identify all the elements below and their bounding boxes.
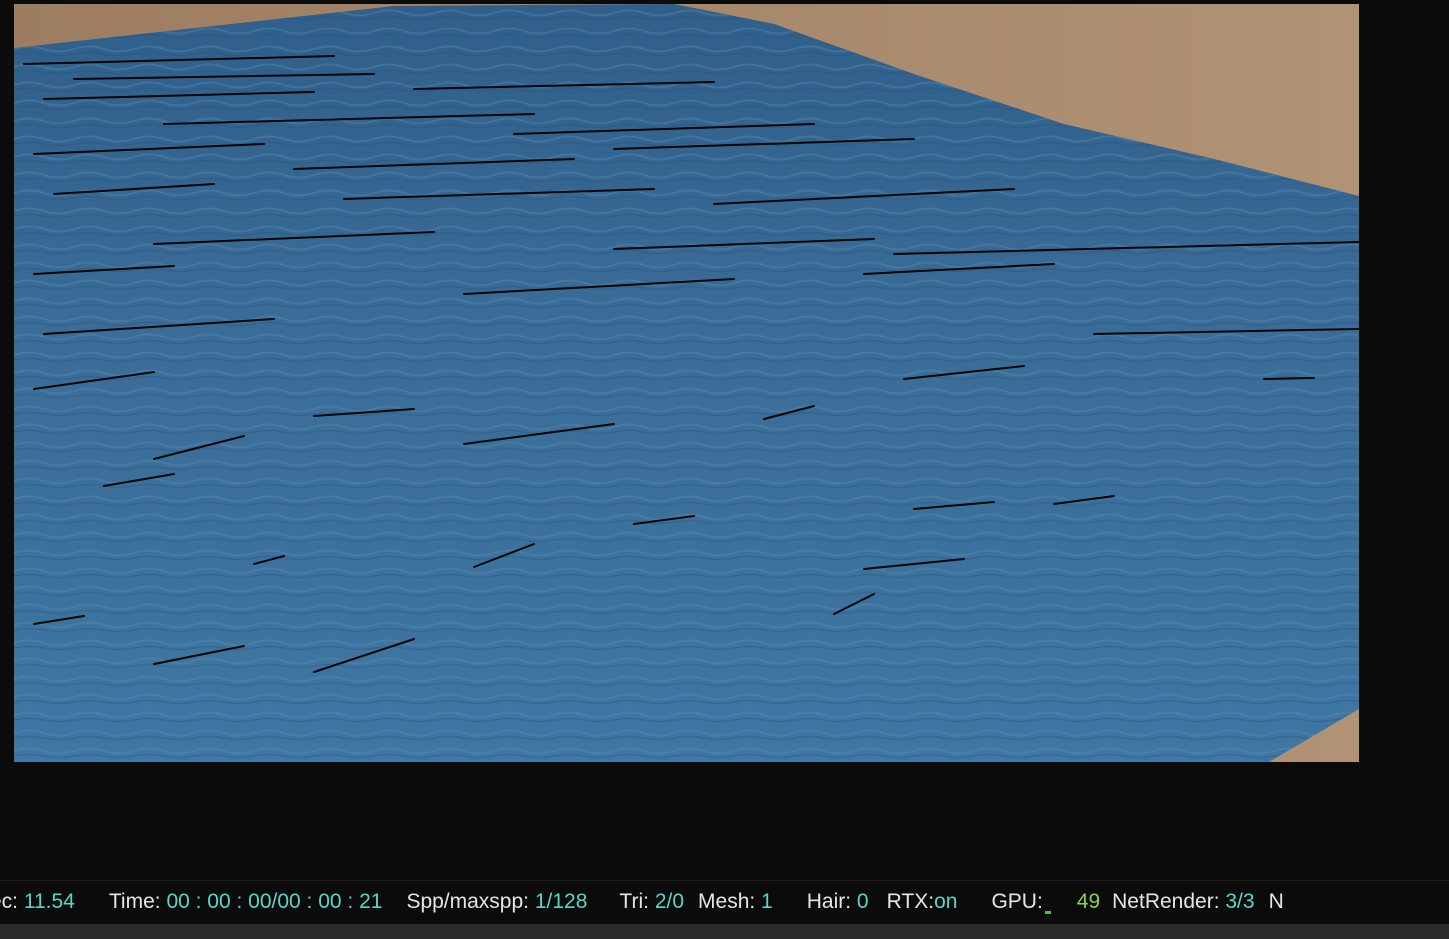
stat-hair-value: 0 (856, 890, 869, 913)
ocean-render-graphic (14, 4, 1359, 762)
stat-gpu: GPU: 49 (991, 889, 1100, 915)
gpu-usage-bar (1044, 911, 1051, 914)
stat-tri-value: 2/0 (654, 890, 685, 913)
stat-mesh-value: 1 (761, 890, 773, 913)
stat-trailing: N (1269, 889, 1284, 915)
stat-netrender-value: 3/3 (1225, 890, 1255, 913)
stat-rtx-label: RTX: (886, 890, 935, 913)
stat-spp: Spp/maxspp: 1/128 (406, 889, 587, 915)
bottom-strip (0, 924, 1449, 939)
stat-spp-label: Spp/maxspp: (406, 890, 530, 913)
stat-netrender-label: NetRender: (1112, 890, 1220, 913)
stat-netrender: NetRender: 3/3 (1112, 889, 1254, 915)
stat-gpu-value: 49 (1076, 890, 1101, 913)
stat-hair: Hair: 0 (807, 889, 869, 915)
stat-tri: Tri: 2/0 (619, 889, 684, 915)
render-viewport[interactable] (0, 0, 1449, 880)
stat-rtx-value: on (934, 890, 958, 913)
stat-time: Time: 00 : 00 : 00/00 : 00 : 21 (109, 889, 383, 915)
stat-mesh-label: Mesh: (698, 890, 756, 913)
stat-time-label: Time: (108, 890, 161, 913)
stat-sec-value: 11.54 (23, 890, 75, 913)
stat-mesh: Mesh: 1 (698, 889, 773, 915)
stat-gpu-label: GPU: (991, 890, 1043, 913)
render-image (14, 4, 1359, 762)
render-status-bar: ec: 11.54 Time: 00 : 00 : 00/00 : 00 : 21… (0, 880, 1449, 925)
stat-sec-label: ec: (0, 890, 19, 913)
stat-time-value: 00 : 00 : 00/00 : 00 : 21 (166, 890, 383, 913)
stat-hair-label: Hair: (806, 890, 852, 913)
stat-sec: ec: 11.54 (0, 889, 75, 915)
stat-tri-label: Tri: (619, 890, 649, 913)
stat-rtx: RTX:on (887, 889, 958, 915)
status-bar-content: ec: 11.54 Time: 00 : 00 : 00/00 : 00 : 21… (0, 889, 1304, 915)
stat-trailing-label: N (1268, 890, 1284, 913)
stat-spp-value: 1/128 (534, 890, 588, 913)
